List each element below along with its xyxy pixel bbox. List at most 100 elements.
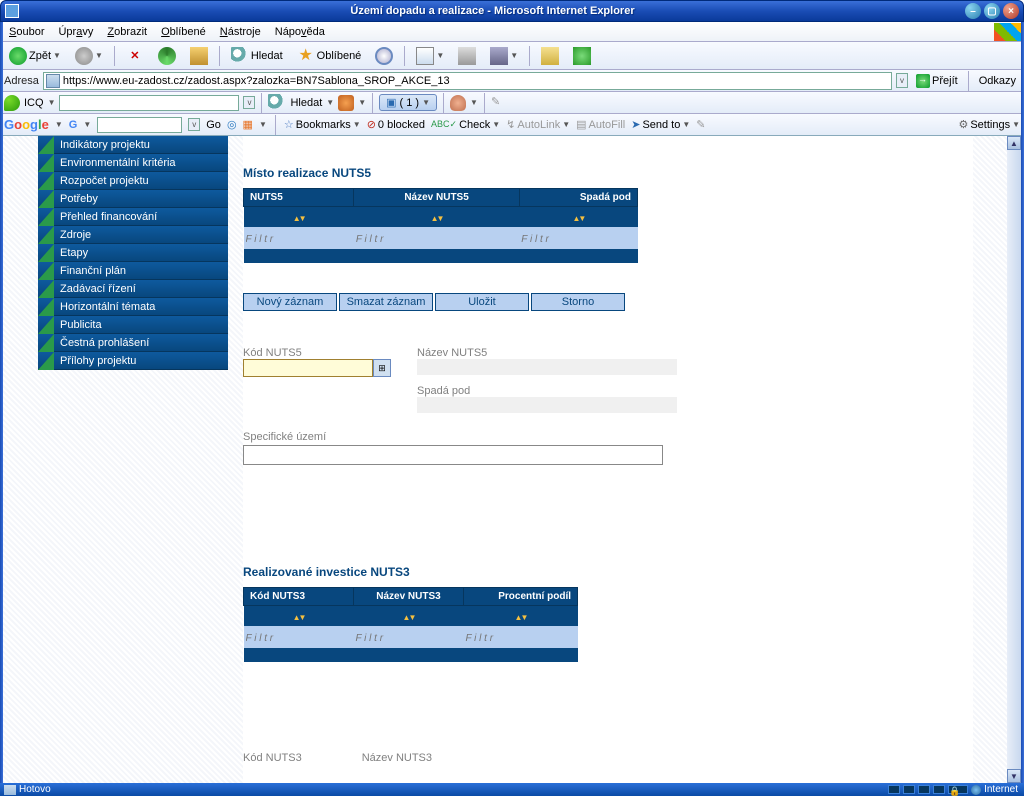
sort-arrows-icon[interactable]: ▲▼ bbox=[293, 214, 305, 223]
google-go-button[interactable]: Go bbox=[206, 119, 221, 131]
icq-search-label[interactable]: Hledat bbox=[290, 97, 322, 109]
target-icon[interactable]: ◎ bbox=[227, 118, 237, 131]
scroll-track[interactable] bbox=[1007, 150, 1021, 769]
autolink-button[interactable]: ↯AutoLink▼ bbox=[506, 118, 570, 131]
highlight-icon[interactable]: ✎ bbox=[696, 118, 705, 131]
menu-file[interactable]: Soubor bbox=[2, 24, 51, 40]
person-icon[interactable] bbox=[450, 95, 466, 111]
new-record-button[interactable]: Nový záznam bbox=[243, 293, 337, 311]
minimize-button[interactable]: – bbox=[965, 3, 981, 19]
star-icon: ★ bbox=[297, 47, 315, 65]
col-nuts5[interactable]: NUTS5 bbox=[244, 189, 354, 207]
separator bbox=[372, 93, 373, 113]
sort-arrows-icon[interactable]: ▲▼ bbox=[515, 613, 527, 622]
sidebar-item[interactable]: Horizontální témata bbox=[38, 298, 228, 316]
kod-nuts5-input[interactable] bbox=[243, 359, 373, 377]
popup-blocked-button[interactable]: ⊘0 blocked bbox=[367, 118, 425, 131]
history-button[interactable] bbox=[370, 45, 398, 67]
tab-counter[interactable]: ▣( 1 )▼ bbox=[379, 94, 437, 111]
sidebar-item[interactable]: Zadávací řízení bbox=[38, 280, 228, 298]
col-spada[interactable]: Spadá pod bbox=[519, 189, 637, 207]
save-button[interactable]: Uložit bbox=[435, 293, 529, 311]
favorites-button[interactable]: ★Oblíbené bbox=[292, 45, 367, 67]
mail-button[interactable]: ▼ bbox=[411, 45, 449, 67]
autofill-button[interactable]: ▤AutoFill bbox=[576, 118, 625, 131]
tray-pane[interactable] bbox=[918, 785, 930, 794]
filter-input[interactable] bbox=[355, 633, 461, 644]
go-button[interactable]: Přejít bbox=[912, 74, 962, 88]
filter-input[interactable] bbox=[356, 234, 517, 245]
sidebar-item[interactable]: Finanční plán bbox=[38, 262, 228, 280]
sort-arrows-icon[interactable]: ▲▼ bbox=[293, 613, 305, 622]
sort-arrows-icon[interactable]: ▲▼ bbox=[572, 214, 584, 223]
sidebar-item[interactable]: Environmentální kritéria bbox=[38, 154, 228, 172]
google-search-input[interactable] bbox=[97, 117, 182, 133]
sidebar-item[interactable]: Etapy bbox=[38, 244, 228, 262]
menu-edit[interactable]: Úpravy bbox=[51, 24, 100, 40]
col-procent[interactable]: Procentní podíl bbox=[463, 588, 577, 606]
stop-button[interactable]: ✕ bbox=[121, 45, 149, 67]
vertical-scrollbar[interactable]: ▲ ▼ bbox=[1007, 136, 1021, 783]
menu-view[interactable]: Zobrazit bbox=[100, 24, 154, 40]
scroll-up-button[interactable]: ▲ bbox=[1007, 136, 1021, 150]
page-content: Indikátory projektuEnvironmentální krité… bbox=[3, 136, 1021, 783]
blocked-label: 0 blocked bbox=[378, 119, 425, 131]
sort-arrows-icon[interactable]: ▲▼ bbox=[431, 214, 443, 223]
sidebar-item[interactable]: Přílohy projektu bbox=[38, 352, 228, 370]
delete-record-button[interactable]: Smazat záznam bbox=[339, 293, 433, 311]
back-button[interactable]: Zpět▼ bbox=[4, 45, 66, 67]
filter-input[interactable] bbox=[465, 633, 575, 644]
home-button[interactable] bbox=[185, 45, 213, 67]
forward-button[interactable]: ▼ bbox=[70, 45, 108, 67]
sidebar-item[interactable]: Čestná prohlášení bbox=[38, 334, 228, 352]
sidebar-item[interactable]: Rozpočet projektu bbox=[38, 172, 228, 190]
folder-button[interactable] bbox=[536, 45, 564, 67]
menu-favorites[interactable]: Oblíbené bbox=[154, 24, 213, 40]
dropdown-icon[interactable]: ▼ bbox=[55, 120, 63, 129]
url-field[interactable]: https://www.eu-zadost.cz/zadost.aspx?zal… bbox=[43, 72, 892, 90]
filter-input[interactable] bbox=[521, 234, 635, 245]
menu-tools[interactable]: Nástroje bbox=[213, 24, 268, 40]
rss-icon[interactable]: ▦ bbox=[243, 118, 253, 131]
spec-uzemi-input[interactable] bbox=[243, 445, 663, 465]
lookup-button[interactable]: ⊞ bbox=[373, 359, 391, 377]
search-button[interactable]: Hledat bbox=[226, 45, 288, 67]
messenger-button[interactable] bbox=[568, 45, 596, 67]
check-button[interactable]: ABC✓Check▼ bbox=[431, 119, 500, 131]
scroll-down-button[interactable]: ▼ bbox=[1007, 769, 1021, 783]
tray-pane[interactable]: 🔒 bbox=[948, 785, 968, 794]
sendto-button[interactable]: ➤Send to▼ bbox=[631, 118, 690, 131]
dropdown-icon[interactable]: v bbox=[243, 96, 255, 109]
sidebar-item[interactable]: Potřeby bbox=[38, 190, 228, 208]
col-nazev[interactable]: Název NUTS5 bbox=[354, 189, 519, 207]
address-dropdown-icon[interactable]: v bbox=[896, 73, 908, 88]
sort-arrows-icon[interactable]: ▲▼ bbox=[403, 613, 415, 622]
tray-pane[interactable] bbox=[903, 785, 915, 794]
tray-pane[interactable] bbox=[888, 785, 900, 794]
pencil-icon[interactable]: ✎ bbox=[491, 95, 507, 111]
sidebar-item[interactable]: Publicita bbox=[38, 316, 228, 334]
maximize-button[interactable]: ▢ bbox=[984, 3, 1000, 19]
icq-extra-icon[interactable] bbox=[338, 95, 354, 111]
dropdown-icon[interactable]: ▼ bbox=[83, 120, 91, 129]
menu-help[interactable]: Nápověda bbox=[268, 24, 332, 40]
close-button[interactable]: × bbox=[1003, 3, 1019, 19]
refresh-button[interactable] bbox=[153, 45, 181, 67]
sidebar-item[interactable]: Zdroje bbox=[38, 226, 228, 244]
edit-button[interactable]: ▼ bbox=[485, 45, 523, 67]
cancel-button[interactable]: Storno bbox=[531, 293, 625, 311]
filter-input[interactable] bbox=[246, 234, 352, 245]
print-button[interactable] bbox=[453, 45, 481, 67]
dropdown-icon[interactable]: ▼ bbox=[48, 98, 56, 107]
bookmarks-button[interactable]: ☆Bookmarks▼ bbox=[284, 118, 361, 131]
col-nazev-nuts3[interactable]: Název NUTS3 bbox=[353, 588, 463, 606]
col-kod-nuts3[interactable]: Kód NUTS3 bbox=[244, 588, 354, 606]
tray-pane[interactable] bbox=[933, 785, 945, 794]
icq-search-input[interactable] bbox=[59, 95, 239, 111]
dropdown-icon[interactable]: v bbox=[188, 118, 200, 131]
filter-input[interactable] bbox=[246, 633, 352, 644]
links-label[interactable]: Odkazy bbox=[975, 75, 1020, 87]
sidebar-item[interactable]: Indikátory projektu bbox=[38, 136, 228, 154]
settings-button[interactable]: ⚙Settings▼ bbox=[958, 118, 1020, 131]
sidebar-item[interactable]: Přehled financování bbox=[38, 208, 228, 226]
